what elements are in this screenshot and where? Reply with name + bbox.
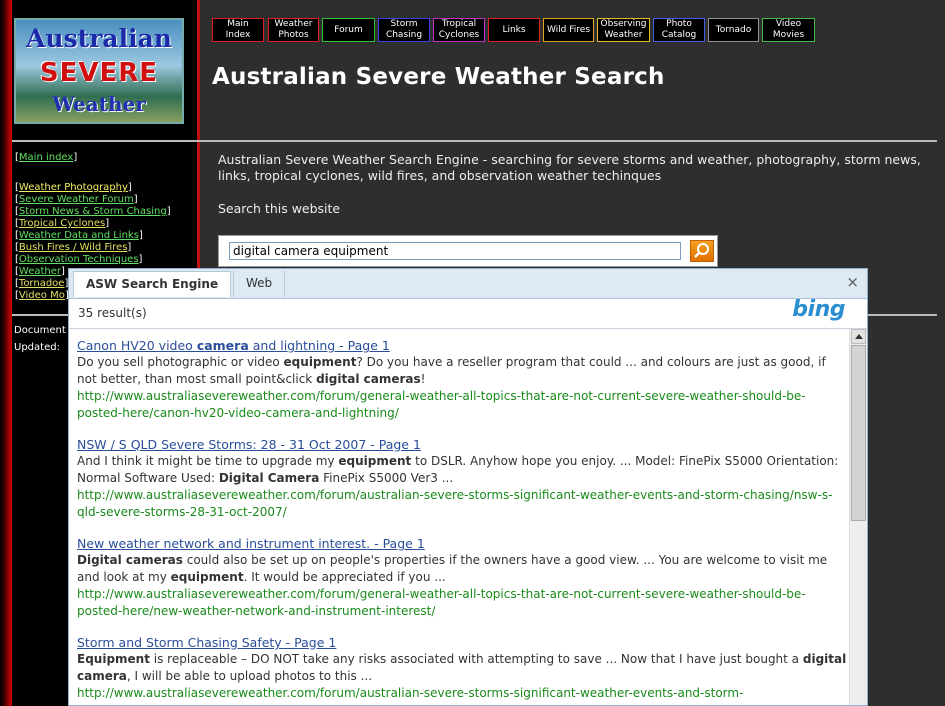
search-button[interactable]: [690, 240, 714, 262]
sidebar-link-row: [Weather Photography]: [15, 182, 132, 193]
nav-observing-weather[interactable]: Observing Weather: [597, 18, 650, 42]
nav-photo-catalog[interactable]: Photo Catalog: [653, 18, 705, 42]
sidebar-link[interactable]: Weather Photography: [19, 182, 128, 193]
sidebar-link[interactable]: Video Mo: [19, 290, 65, 301]
nav-tornado[interactable]: Tornado: [708, 18, 759, 42]
sidebar-link[interactable]: Weather Data and Links: [19, 230, 139, 241]
nav-wild-fires[interactable]: Wild Fires: [543, 18, 594, 42]
result-item: New weather network and instrument inter…: [77, 535, 847, 620]
nav-tropical-cyclones[interactable]: Tropical Cyclones: [433, 18, 485, 42]
nav-links[interactable]: Links: [488, 18, 540, 42]
sidebar-link-row: [Observation Techniques]: [15, 254, 143, 265]
search-input[interactable]: [229, 242, 681, 260]
sidebar-link[interactable]: Weather: [19, 266, 61, 277]
logo-line-3: Weather: [52, 92, 146, 116]
scroll-thumb[interactable]: [851, 345, 866, 521]
result-item: Canon HV20 video camera and lightning - …: [77, 337, 847, 422]
site-logo[interactable]: Australian SEVERE Weather: [14, 18, 184, 124]
search-label: Search this website: [218, 201, 341, 216]
result-url: http://www.australiasevereweather.com/fo…: [77, 686, 744, 700]
sidebar-link[interactable]: Observation Techniques: [19, 254, 139, 265]
intro-text: Australian Severe Weather Search Engine …: [218, 152, 921, 183]
result-url: http://www.australiasevereweather.com/fo…: [77, 488, 833, 519]
sidebar-link-row: [Storm News & Storm Chasing]: [15, 206, 171, 217]
left-gradient-strip: [0, 0, 12, 706]
magnifier-icon: [694, 243, 709, 258]
bing-logo: bing: [792, 297, 845, 322]
scroll-up-arrow-icon[interactable]: [851, 329, 866, 344]
sidebar-link-row: [Severe Weather Forum]: [15, 194, 138, 205]
nav-weather-photos[interactable]: Weather Photos: [268, 18, 319, 42]
page-title: Australian Severe Weather Search: [212, 64, 665, 90]
nav-video-movies[interactable]: Video Movies: [762, 18, 815, 42]
nav-forum[interactable]: Forum: [322, 18, 375, 42]
sidebar-link-row: [Weather Data and Links]: [15, 230, 143, 241]
result-item: Storm and Storm Chasing Safety - Page 1 …: [77, 634, 847, 702]
sidebar-link[interactable]: Severe Weather Forum: [19, 194, 134, 205]
nav-main-index[interactable]: Main Index: [212, 18, 264, 42]
result-url: http://www.australiasevereweather.com/fo…: [77, 587, 806, 618]
result-snippet: Do you sell photographic or video equipm…: [77, 355, 826, 386]
sidebar-link[interactable]: Tornadoe: [19, 278, 65, 289]
nav-storm-chasing[interactable]: Storm Chasing: [378, 18, 430, 42]
result-item: NSW / S QLD Severe Storms: 28 - 31 Oct 2…: [77, 436, 847, 521]
results-divider: [69, 328, 867, 329]
result-snippet: Equipment is replaceable – DO NOT take a…: [77, 652, 847, 683]
tab-asw-search-engine[interactable]: ASW Search Engine: [73, 271, 232, 297]
document-label: Document: [14, 325, 66, 336]
result-title[interactable]: Storm and Storm Chasing Safety - Page 1: [77, 634, 847, 651]
updated-label: Updated:: [14, 342, 60, 353]
tab-web[interactable]: Web: [233, 271, 286, 297]
sidebar-link[interactable]: Bush Fires / Wild Fires: [19, 242, 128, 253]
search-results-panel: ASW Search Engine Web × 35 result(s) bin…: [68, 268, 868, 706]
result-url: http://www.australiasevereweather.com/fo…: [77, 389, 806, 420]
sidebar-link-row: [Tropical Cyclones]: [15, 218, 110, 229]
search-form: [218, 235, 718, 267]
logo-line-2: SEVERE: [39, 58, 159, 88]
results-tabbar: ASW Search Engine Web ×: [69, 269, 867, 299]
result-title[interactable]: Canon HV20 video camera and lightning - …: [77, 337, 847, 354]
sidebar-main-index[interactable]: Main index: [19, 152, 73, 163]
result-count: 35 result(s): [78, 306, 147, 320]
results-list: Canon HV20 video camera and lightning - …: [77, 337, 847, 705]
close-icon[interactable]: ×: [846, 274, 859, 290]
result-title[interactable]: New weather network and instrument inter…: [77, 535, 847, 552]
result-title[interactable]: NSW / S QLD Severe Storms: 28 - 31 Oct 2…: [77, 436, 847, 453]
results-scrollbar[interactable]: [849, 329, 867, 705]
sidebar-link[interactable]: Tropical Cyclones: [19, 218, 105, 229]
logo-line-1: Australian: [26, 24, 172, 53]
result-snippet: Digital cameras could also be set up on …: [77, 553, 828, 584]
result-snippet: And I think it might be time to upgrade …: [77, 454, 839, 485]
sidebar-link[interactable]: Storm News & Storm Chasing: [19, 206, 167, 217]
divider-top: [12, 140, 937, 142]
sidebar-link-row: [Bush Fires / Wild Fires]: [15, 242, 132, 253]
